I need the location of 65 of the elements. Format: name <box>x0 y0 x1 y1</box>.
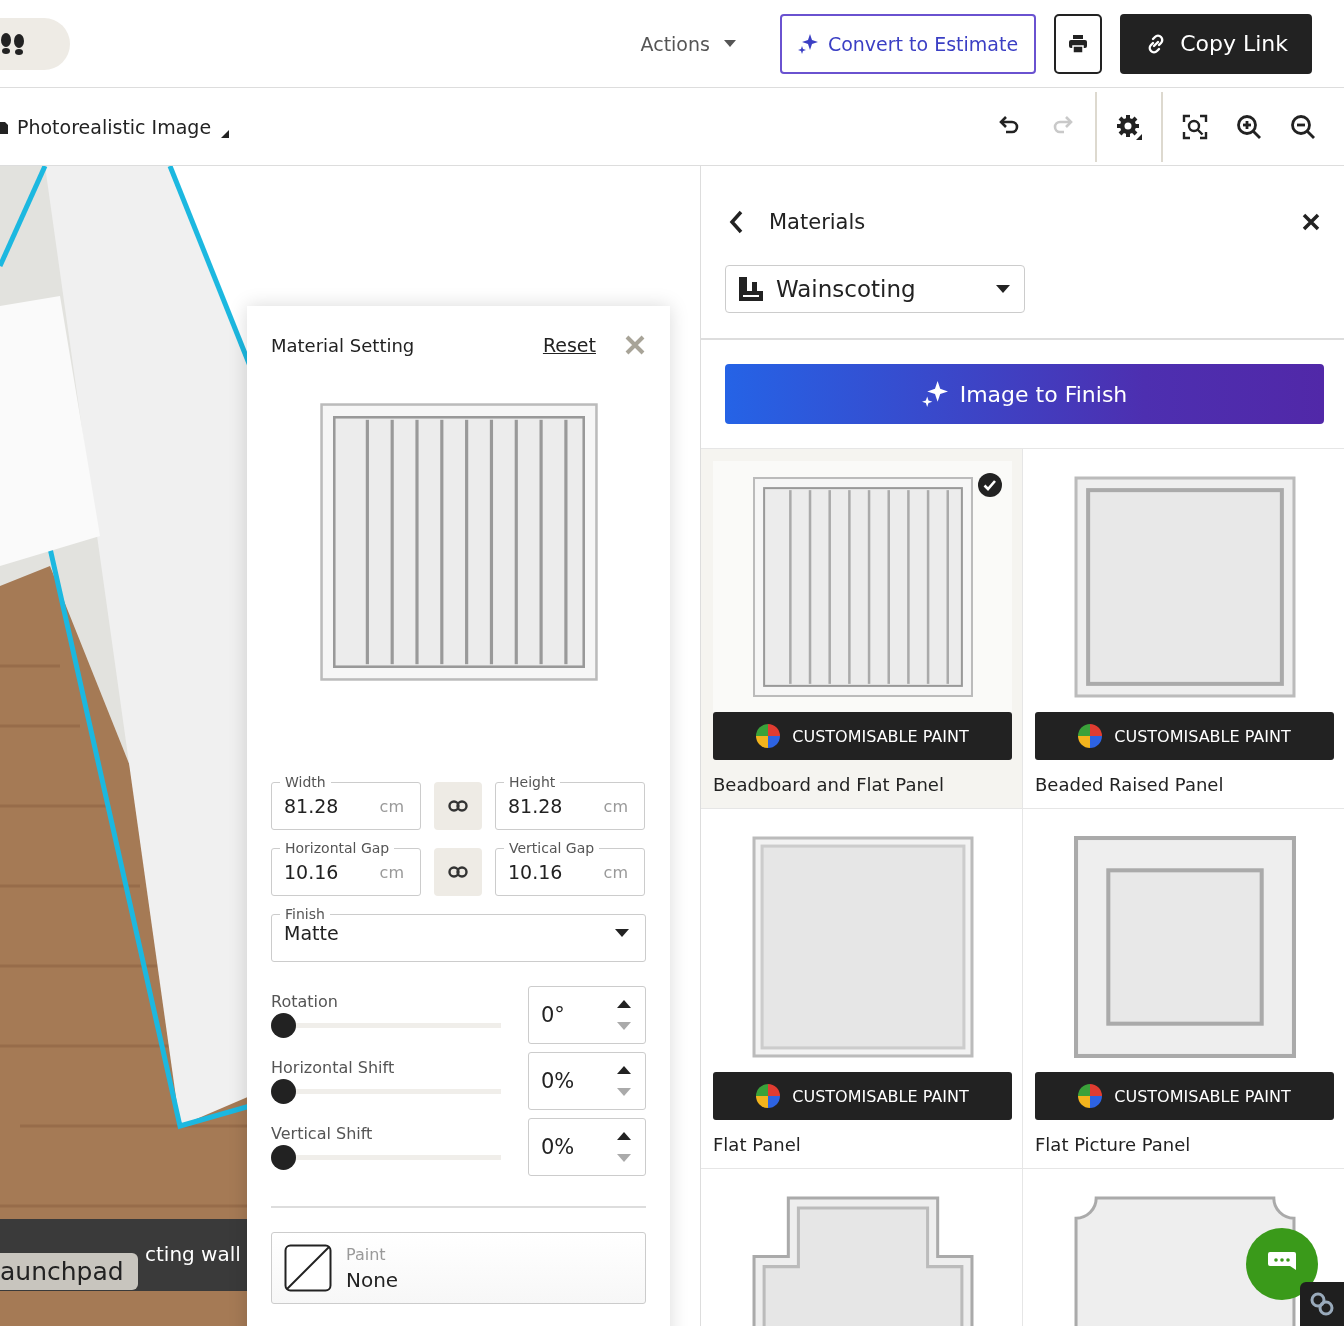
dimension-field[interactable]: Vertical Gap 10.16 cm <box>495 840 645 896</box>
material-name: Flat Picture Panel <box>1035 1134 1192 1155</box>
no-paint-swatch-icon <box>284 1244 332 1292</box>
link-widget[interactable] <box>1300 1282 1344 1326</box>
check-icon <box>978 473 1002 497</box>
print-button[interactable] <box>1054 13 1103 74</box>
slider-thumb[interactable] <box>271 1079 296 1104</box>
close-icon[interactable] <box>1302 213 1320 231</box>
tooltip: aunchpad <box>0 1253 138 1290</box>
material-name: Beaded Raised Panel <box>1035 774 1225 795</box>
slider-thumb[interactable] <box>271 1145 296 1170</box>
material-name: Flat Panel <box>713 1134 802 1155</box>
material-card[interactable]: CUSTOMISABLE PAINT Beadboard and Flat Panel <box>701 449 1023 809</box>
chain-link-icon <box>448 800 468 812</box>
convert-button[interactable]: Convert to Estimate <box>779 13 1037 74</box>
image-to-finish-button[interactable]: Image to Finish <box>725 364 1324 424</box>
sparkle-icon <box>921 381 948 407</box>
number-stepper[interactable]: 0% <box>528 1052 646 1110</box>
reset-link[interactable]: Reset <box>542 334 596 356</box>
adjustment-label: Rotation <box>271 992 339 1011</box>
panel-title: Material Setting <box>271 334 416 356</box>
category-dropdown[interactable]: Wainscoting <box>725 265 1025 313</box>
caret-icon <box>615 929 629 937</box>
dimension-field[interactable]: Horizontal Gap 10.16 cm <box>271 840 421 896</box>
panel-title: Materials <box>769 210 866 234</box>
linked-rings-icon <box>1308 1290 1336 1318</box>
view-selector[interactable]: Photorealistic Image <box>17 115 212 138</box>
field-label: Width <box>284 774 327 790</box>
number-stepper[interactable]: 0% <box>528 1118 646 1176</box>
dimension-field[interactable]: Height 81.28 cm <box>495 774 645 830</box>
field-label: Vertical Gap <box>508 840 596 856</box>
increment-icon[interactable] <box>617 1066 631 1074</box>
copy-link-button[interactable]: Copy Link <box>1120 13 1312 74</box>
image-icon <box>0 119 8 134</box>
actions-menu[interactable]: Actions <box>640 32 736 55</box>
caret-icon <box>996 285 1010 293</box>
chain-link-icon <box>448 866 468 878</box>
finish-dropdown[interactable]: Finish Matte <box>271 906 646 962</box>
increment-icon[interactable] <box>617 1000 631 1008</box>
dimension-field[interactable]: Width 81.28 cm <box>271 774 421 830</box>
slider-thumb[interactable] <box>271 1013 296 1038</box>
sparkle-icon <box>797 33 818 54</box>
footprints-icon <box>0 31 26 56</box>
field-label: Horizontal Gap <box>284 840 391 856</box>
paint-badge: CUSTOMISABLE PAINT <box>1035 712 1334 760</box>
paint-badge: CUSTOMISABLE PAINT <box>713 712 1012 760</box>
adjustment-label: Vertical Shift <box>271 1124 374 1143</box>
field-label: Finish <box>284 906 326 922</box>
paint-selector[interactable]: Paint None <box>271 1232 646 1304</box>
printer-icon <box>1068 34 1089 53</box>
field-label: Height <box>508 774 557 790</box>
number-stepper[interactable]: 0° <box>528 986 646 1044</box>
paint-badge: CUSTOMISABLE PAINT <box>713 1072 1012 1120</box>
increment-icon[interactable] <box>617 1132 631 1140</box>
link-toggle-button[interactable] <box>434 782 482 830</box>
corner-caret-icon <box>221 129 230 138</box>
wainscot-icon <box>738 276 764 302</box>
caret-icon <box>723 40 736 47</box>
logo-pill[interactable] <box>0 17 70 70</box>
link-toggle-button[interactable] <box>434 848 482 896</box>
adjustment-label: Horizontal Shift <box>271 1058 396 1077</box>
back-icon[interactable] <box>729 210 743 234</box>
status-text: cting wall <box>145 1242 241 1266</box>
material-name: Beadboard and Flat Panel <box>713 774 945 795</box>
paint-badge: CUSTOMISABLE PAINT <box>1035 1072 1334 1120</box>
